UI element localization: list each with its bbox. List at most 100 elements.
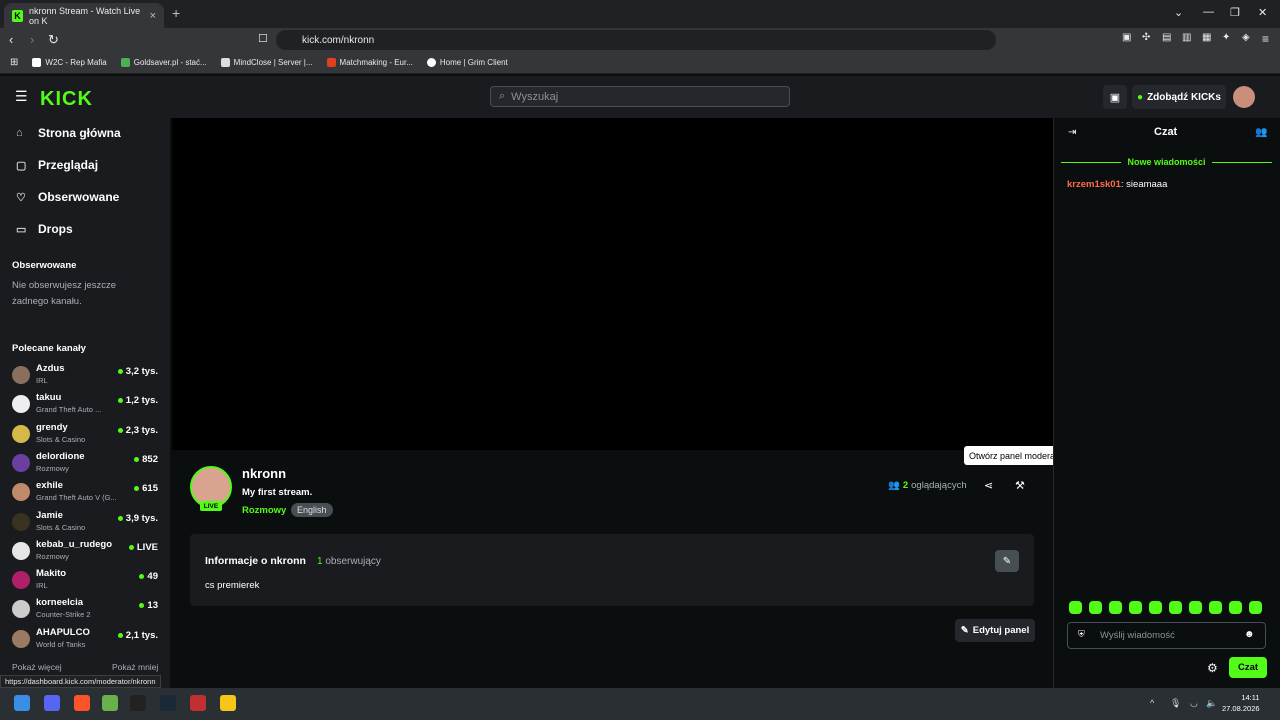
leo-icon[interactable]: ✦	[1222, 32, 1230, 43]
bookmark-item[interactable]: W2C - Rep Mafia	[32, 58, 107, 67]
folder-icon[interactable]	[220, 695, 236, 711]
bookmark-item[interactable]: MindClose | Server |...	[220, 58, 313, 67]
emote-icon[interactable]	[1149, 601, 1162, 614]
recommended-channel[interactable]: korneelcia Counter-Strike 2 13	[12, 597, 162, 623]
apps-icon[interactable]: ⊞	[10, 57, 18, 68]
chat-input[interactable]: Wyślij wiadomość	[1067, 622, 1266, 649]
wallet-icon[interactable]: ▥	[1182, 32, 1191, 43]
bookmark-icon[interactable]: ☐	[258, 32, 268, 45]
profile-shield-icon[interactable]: ◈	[1242, 32, 1250, 43]
nav-home[interactable]: ⌂ Strona główna	[16, 126, 121, 140]
address-bar[interactable]: kick.com/nkronn	[276, 30, 996, 50]
emote-icon[interactable]	[1229, 601, 1242, 614]
kick-logo[interactable]: KICK	[40, 88, 93, 111]
minimize-icon[interactable]: —	[1203, 6, 1214, 18]
channel-name: Makito	[36, 568, 67, 580]
emote-icon[interactable]	[1169, 601, 1182, 614]
app-icon[interactable]	[190, 695, 206, 711]
channel-viewers: 3,9 tys.	[117, 513, 158, 524]
show-more-link[interactable]: Pokaż więcej	[12, 662, 62, 672]
tab-search-icon[interactable]: ⌄	[1174, 6, 1183, 19]
video-player[interactable]	[172, 118, 1053, 450]
recommended-channel[interactable]: Azdus IRL 3,2 tys.	[12, 363, 162, 389]
extension-icon[interactable]: ▣	[1122, 32, 1131, 43]
about-description: cs premierek	[205, 580, 260, 591]
wifi-icon[interactable]: ◡	[1190, 698, 1198, 709]
discord-icon[interactable]	[44, 695, 60, 711]
close-window-icon[interactable]: ✕	[1258, 6, 1267, 19]
volume-icon[interactable]: 🔈	[1206, 698, 1217, 709]
mod-shield-icon[interactable]: ⛨	[1078, 629, 1085, 640]
dashboard-button[interactable]: ▣	[1103, 85, 1127, 109]
mic-icon[interactable]: 🎙	[1170, 698, 1181, 709]
chat-username[interactable]: krzem1sk01	[1067, 179, 1121, 190]
brave-icon[interactable]	[74, 695, 90, 711]
menu-icon[interactable]: ≡	[1262, 32, 1269, 46]
moderation-panel-icon[interactable]: ⚒	[1015, 479, 1025, 492]
browser-tab[interactable]: K nkronn Stream - Watch Live on K ×	[4, 3, 164, 28]
recommended-channel[interactable]: exhile Grand Theft Auto V (G... 615	[12, 480, 162, 506]
share-icon[interactable]: ⋖	[984, 479, 993, 492]
emote-icon[interactable]	[1209, 601, 1222, 614]
collapse-chat-icon[interactable]: ⇥	[1068, 127, 1076, 138]
emote-icon[interactable]	[1249, 601, 1262, 614]
channel-avatar	[12, 571, 30, 590]
channel-category: Rozmowy	[36, 551, 69, 561]
bookmarks-bar: ⊞ W2C - Rep Mafia Goldsaver.pl - stać...…	[0, 52, 1280, 74]
channel-avatar	[12, 453, 30, 472]
emote-icon[interactable]	[1089, 601, 1102, 614]
recommended-channel[interactable]: delordione Rozmowy 852	[12, 451, 162, 477]
maximize-icon[interactable]: ❐	[1230, 6, 1240, 19]
emote-icon[interactable]	[1189, 601, 1202, 614]
app-icon[interactable]	[102, 695, 118, 711]
stream-category[interactable]: Rozmowy	[242, 505, 286, 516]
chat-settings-icon[interactable]: ⚙	[1207, 661, 1218, 675]
channel-viewers: 2,3 tys.	[117, 425, 158, 436]
bookmark-item[interactable]: Matchmaking - Eur...	[326, 58, 413, 67]
recommended-channel[interactable]: Makito IRL 49	[12, 568, 162, 594]
language-tag[interactable]: English	[291, 503, 333, 517]
chat-send-button[interactable]: Czat	[1229, 657, 1267, 678]
emote-icon[interactable]	[1069, 601, 1082, 614]
hamburger-menu-icon[interactable]: ☰	[15, 88, 28, 105]
emote-icon[interactable]	[1129, 601, 1142, 614]
get-kicks-button[interactable]: ● Zdobądź KICKs	[1132, 85, 1226, 109]
search-input[interactable]: ⌕ Wyszukaj	[490, 86, 790, 107]
recommended-channel[interactable]: AHAPULCO World of Tanks 2,1 tys.	[12, 627, 162, 653]
chat-users-icon[interactable]: 👥	[1255, 127, 1267, 138]
new-tab-button[interactable]: +	[172, 5, 180, 21]
reload-icon[interactable]: ↻	[48, 32, 59, 48]
channel-avatar	[12, 483, 30, 502]
nav-drops[interactable]: ▭ Drops	[16, 222, 73, 236]
epic-icon[interactable]	[130, 695, 146, 711]
nav-following[interactable]: ♡ Obserwowane	[16, 190, 119, 204]
show-less-link[interactable]: Pokaż mniej	[112, 662, 158, 672]
tray-chevron-icon[interactable]: ^	[1150, 698, 1154, 708]
recommended-channel[interactable]: kebab_u_rudego Rozmowy LIVE	[12, 539, 162, 565]
emoji-icon[interactable]: ☻	[1244, 629, 1255, 640]
channel-viewers: LIVE	[128, 542, 158, 553]
start-icon[interactable]	[14, 695, 30, 711]
edit-about-button[interactable]: ✎	[995, 550, 1019, 572]
puzzle-icon[interactable]: ✣	[1142, 32, 1150, 43]
emote-icon[interactable]	[1109, 601, 1122, 614]
streamer-name[interactable]: nkronn	[242, 466, 286, 481]
edit-panel-button[interactable]: ✎ Edytuj panel	[955, 619, 1035, 642]
recommended-channel[interactable]: Jamie Slots & Casino 3,9 tys.	[12, 510, 162, 536]
tab-close-icon[interactable]: ×	[150, 10, 156, 22]
channel-avatar	[12, 541, 30, 560]
vpn-icon[interactable]: ▦	[1202, 32, 1211, 43]
forward-icon[interactable]: ›	[30, 32, 34, 47]
nav-browse[interactable]: ▢ Przeglądaj	[16, 158, 98, 172]
system-clock[interactable]: 14:11 27.08.2026	[1222, 692, 1260, 714]
channel-avatar	[12, 600, 30, 619]
bookmark-item[interactable]: Goldsaver.pl - stać...	[120, 58, 207, 67]
recommended-channel[interactable]: grendy Slots & Casino 2,3 tys.	[12, 422, 162, 448]
live-dot-icon	[134, 456, 140, 462]
steam-icon[interactable]	[160, 695, 176, 711]
recommended-channel[interactable]: takuu Grand Theft Auto ... 1,2 tys.	[12, 392, 162, 418]
back-icon[interactable]: ‹	[9, 32, 13, 47]
user-avatar[interactable]	[1233, 86, 1255, 108]
sidebar-icon[interactable]: ▤	[1162, 32, 1171, 43]
bookmark-item[interactable]: Home | Grim Client	[426, 58, 508, 67]
